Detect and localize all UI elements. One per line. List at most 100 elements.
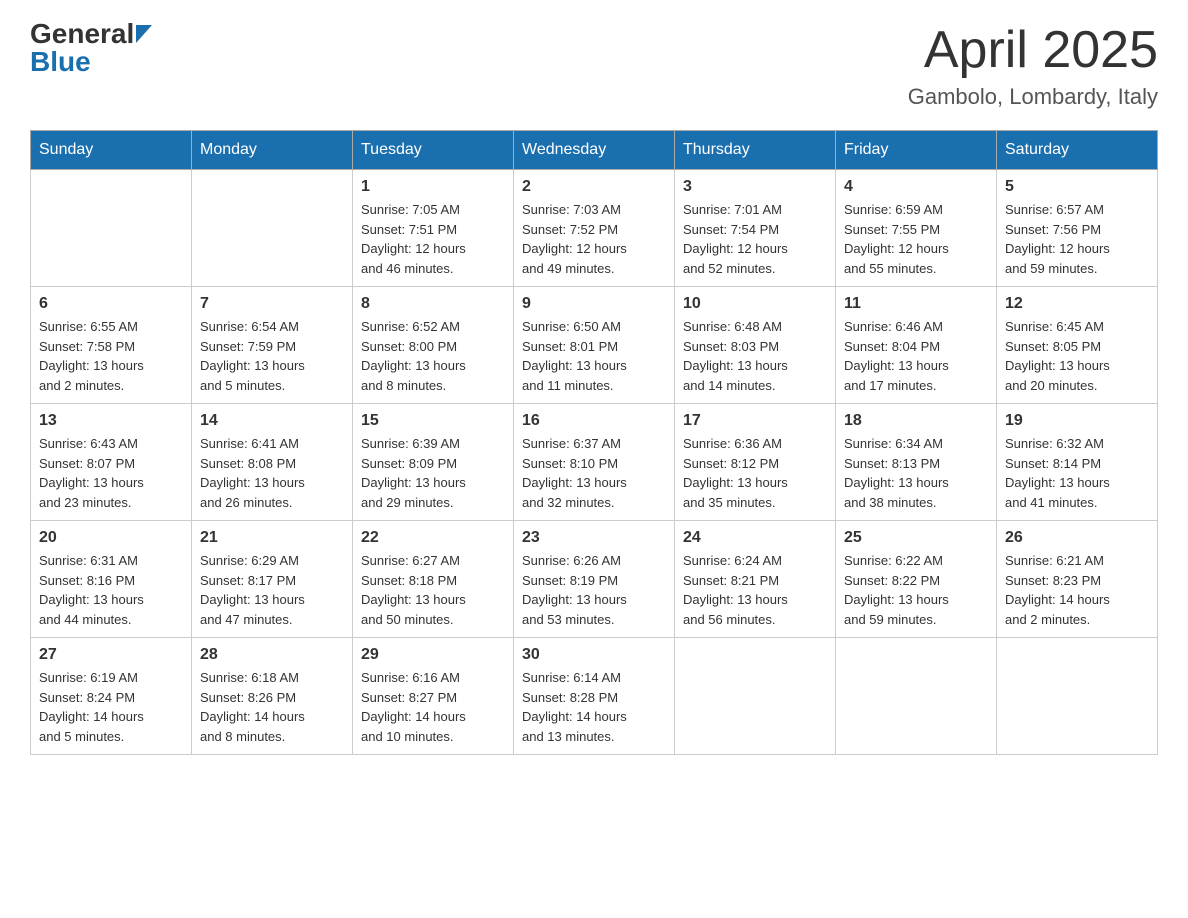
day-number: 23 <box>522 529 666 547</box>
day-info: Sunrise: 6:50 AM Sunset: 8:01 PM Dayligh… <box>522 317 666 395</box>
day-info: Sunrise: 6:36 AM Sunset: 8:12 PM Dayligh… <box>683 434 827 512</box>
calendar-cell: 29 Sunrise: 6:16 AM Sunset: 8:27 PM Dayli… <box>353 638 514 755</box>
day-number: 20 <box>39 529 183 547</box>
calendar-cell: 20 Sunrise: 6:31 AM Sunset: 8:16 PM Dayli… <box>31 521 192 638</box>
day-info: Sunrise: 6:18 AM Sunset: 8:26 PM Dayligh… <box>200 668 344 746</box>
calendar-cell: 12 Sunrise: 6:45 AM Sunset: 8:05 PM Dayli… <box>997 287 1158 404</box>
page-header: General Blue April 2025 Gambolo, Lombard… <box>30 20 1158 110</box>
weekday-header-friday: Friday <box>836 131 997 170</box>
calendar-subtitle: Gambolo, Lombardy, Italy <box>908 84 1158 110</box>
day-number: 26 <box>1005 529 1149 547</box>
day-info: Sunrise: 6:45 AM Sunset: 8:05 PM Dayligh… <box>1005 317 1149 395</box>
day-number: 30 <box>522 646 666 664</box>
calendar-cell: 13 Sunrise: 6:43 AM Sunset: 8:07 PM Dayli… <box>31 404 192 521</box>
day-info: Sunrise: 6:14 AM Sunset: 8:28 PM Dayligh… <box>522 668 666 746</box>
day-number: 10 <box>683 295 827 313</box>
day-info: Sunrise: 6:32 AM Sunset: 8:14 PM Dayligh… <box>1005 434 1149 512</box>
weekday-header-thursday: Thursday <box>675 131 836 170</box>
day-number: 14 <box>200 412 344 430</box>
calendar-cell: 3Sunrise: 7:01 AM Sunset: 7:54 PM Daylig… <box>675 170 836 287</box>
day-number: 28 <box>200 646 344 664</box>
calendar-cell: 30 Sunrise: 6:14 AM Sunset: 8:28 PM Dayli… <box>514 638 675 755</box>
calendar-cell: 24Sunrise: 6:24 AM Sunset: 8:21 PM Dayli… <box>675 521 836 638</box>
calendar-cell <box>836 638 997 755</box>
calendar-cell <box>31 170 192 287</box>
day-number: 11 <box>844 295 988 313</box>
weekday-header-wednesday: Wednesday <box>514 131 675 170</box>
day-number: 8 <box>361 295 505 313</box>
calendar-cell: 18 Sunrise: 6:34 AM Sunset: 8:13 PM Dayli… <box>836 404 997 521</box>
calendar-cell: 23 Sunrise: 6:26 AM Sunset: 8:19 PM Dayli… <box>514 521 675 638</box>
day-info: Sunrise: 6:16 AM Sunset: 8:27 PM Dayligh… <box>361 668 505 746</box>
day-info: Sunrise: 7:03 AM Sunset: 7:52 PM Dayligh… <box>522 200 666 278</box>
calendar-cell: 6Sunrise: 6:55 AM Sunset: 7:58 PM Daylig… <box>31 287 192 404</box>
day-info: Sunrise: 6:21 AM Sunset: 8:23 PM Dayligh… <box>1005 551 1149 629</box>
day-number: 19 <box>1005 412 1149 430</box>
calendar-cell: 19 Sunrise: 6:32 AM Sunset: 8:14 PM Dayli… <box>997 404 1158 521</box>
calendar-cell: 28 Sunrise: 6:18 AM Sunset: 8:26 PM Dayli… <box>192 638 353 755</box>
calendar-cell: 25 Sunrise: 6:22 AM Sunset: 8:22 PM Dayli… <box>836 521 997 638</box>
weekday-header-monday: Monday <box>192 131 353 170</box>
day-number: 2 <box>522 178 666 196</box>
day-number: 9 <box>522 295 666 313</box>
day-info: Sunrise: 6:54 AM Sunset: 7:59 PM Dayligh… <box>200 317 344 395</box>
day-info: Sunrise: 6:37 AM Sunset: 8:10 PM Dayligh… <box>522 434 666 512</box>
calendar-cell: 16 Sunrise: 6:37 AM Sunset: 8:10 PM Dayli… <box>514 404 675 521</box>
calendar-cell <box>997 638 1158 755</box>
weekday-header-row: SundayMondayTuesdayWednesdayThursdayFrid… <box>31 131 1158 170</box>
calendar-title: April 2025 <box>908 20 1158 80</box>
day-number: 1 <box>361 178 505 196</box>
day-info: Sunrise: 6:52 AM Sunset: 8:00 PM Dayligh… <box>361 317 505 395</box>
day-number: 6 <box>39 295 183 313</box>
day-number: 25 <box>844 529 988 547</box>
weekday-header-saturday: Saturday <box>997 131 1158 170</box>
logo: General Blue <box>30 20 152 76</box>
day-info: Sunrise: 6:48 AM Sunset: 8:03 PM Dayligh… <box>683 317 827 395</box>
calendar-cell: 22 Sunrise: 6:27 AM Sunset: 8:18 PM Dayli… <box>353 521 514 638</box>
logo-general-text: General <box>30 20 134 48</box>
calendar-cell: 17 Sunrise: 6:36 AM Sunset: 8:12 PM Dayli… <box>675 404 836 521</box>
day-number: 15 <box>361 412 505 430</box>
day-number: 17 <box>683 412 827 430</box>
day-number: 22 <box>361 529 505 547</box>
day-info: Sunrise: 6:24 AM Sunset: 8:21 PM Dayligh… <box>683 551 827 629</box>
calendar-cell: 2 Sunrise: 7:03 AM Sunset: 7:52 PM Daylig… <box>514 170 675 287</box>
day-number: 29 <box>361 646 505 664</box>
day-info: Sunrise: 6:59 AM Sunset: 7:55 PM Dayligh… <box>844 200 988 278</box>
calendar-cell <box>675 638 836 755</box>
calendar-week-row: 27Sunrise: 6:19 AM Sunset: 8:24 PM Dayli… <box>31 638 1158 755</box>
day-info: Sunrise: 6:39 AM Sunset: 8:09 PM Dayligh… <box>361 434 505 512</box>
weekday-header-tuesday: Tuesday <box>353 131 514 170</box>
day-info: Sunrise: 6:46 AM Sunset: 8:04 PM Dayligh… <box>844 317 988 395</box>
calendar-cell: 27Sunrise: 6:19 AM Sunset: 8:24 PM Dayli… <box>31 638 192 755</box>
day-info: Sunrise: 6:22 AM Sunset: 8:22 PM Dayligh… <box>844 551 988 629</box>
day-number: 12 <box>1005 295 1149 313</box>
calendar-week-row: 20 Sunrise: 6:31 AM Sunset: 8:16 PM Dayli… <box>31 521 1158 638</box>
day-info: Sunrise: 6:29 AM Sunset: 8:17 PM Dayligh… <box>200 551 344 629</box>
calendar-cell: 10 Sunrise: 6:48 AM Sunset: 8:03 PM Dayli… <box>675 287 836 404</box>
day-number: 7 <box>200 295 344 313</box>
day-number: 16 <box>522 412 666 430</box>
day-number: 13 <box>39 412 183 430</box>
weekday-header-sunday: Sunday <box>31 131 192 170</box>
calendar-cell: 9 Sunrise: 6:50 AM Sunset: 8:01 PM Daylig… <box>514 287 675 404</box>
logo-blue-text: Blue <box>30 46 91 77</box>
day-info: Sunrise: 6:27 AM Sunset: 8:18 PM Dayligh… <box>361 551 505 629</box>
calendar-week-row: 13 Sunrise: 6:43 AM Sunset: 8:07 PM Dayli… <box>31 404 1158 521</box>
calendar-cell: 4 Sunrise: 6:59 AM Sunset: 7:55 PM Daylig… <box>836 170 997 287</box>
day-info: Sunrise: 6:57 AM Sunset: 7:56 PM Dayligh… <box>1005 200 1149 278</box>
day-info: Sunrise: 7:05 AM Sunset: 7:51 PM Dayligh… <box>361 200 505 278</box>
calendar-cell: 11 Sunrise: 6:46 AM Sunset: 8:04 PM Dayli… <box>836 287 997 404</box>
calendar-table: SundayMondayTuesdayWednesdayThursdayFrid… <box>30 130 1158 755</box>
day-info: Sunrise: 6:41 AM Sunset: 8:08 PM Dayligh… <box>200 434 344 512</box>
day-info: Sunrise: 6:43 AM Sunset: 8:07 PM Dayligh… <box>39 434 183 512</box>
day-info: Sunrise: 6:26 AM Sunset: 8:19 PM Dayligh… <box>522 551 666 629</box>
day-number: 4 <box>844 178 988 196</box>
day-info: Sunrise: 6:31 AM Sunset: 8:16 PM Dayligh… <box>39 551 183 629</box>
calendar-cell: 8 Sunrise: 6:52 AM Sunset: 8:00 PM Daylig… <box>353 287 514 404</box>
calendar-cell: 14 Sunrise: 6:41 AM Sunset: 8:08 PM Dayli… <box>192 404 353 521</box>
day-info: Sunrise: 6:34 AM Sunset: 8:13 PM Dayligh… <box>844 434 988 512</box>
calendar-week-row: 6Sunrise: 6:55 AM Sunset: 7:58 PM Daylig… <box>31 287 1158 404</box>
day-number: 5 <box>1005 178 1149 196</box>
day-number: 18 <box>844 412 988 430</box>
